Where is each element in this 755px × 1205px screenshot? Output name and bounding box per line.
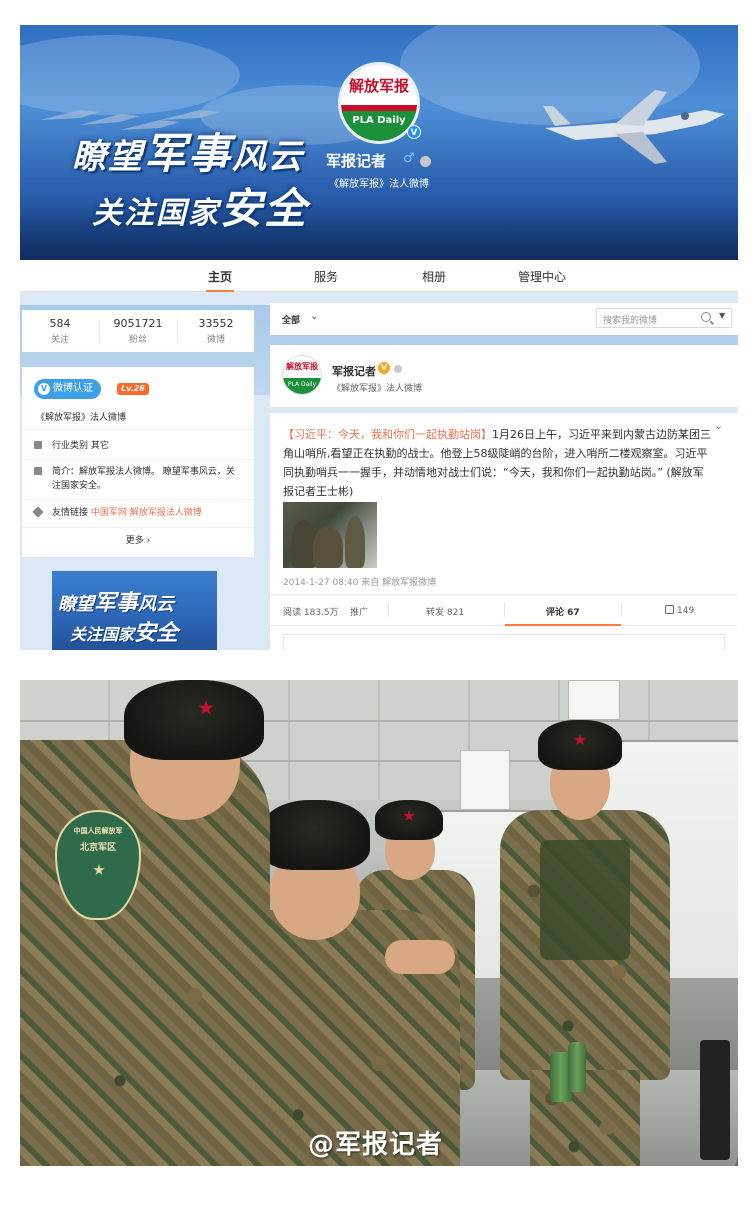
soldier-standing-right bbox=[480, 720, 680, 1166]
industry-value: 其它 bbox=[90, 441, 109, 451]
link-pla-daily-weibo[interactable]: 解放军报法人微博 bbox=[130, 508, 202, 518]
post-meta: 2014-1-27 08:40 来自 解放军报微博 bbox=[283, 575, 436, 588]
search-placeholder: 搜索我的微博 bbox=[603, 316, 658, 326]
stats-card: 584 关注 9051721 粉丝 33552 微博 bbox=[22, 310, 254, 352]
verified-label: 微博认证 bbox=[53, 383, 93, 394]
verify-description: 《解放军报》法人微博 bbox=[36, 413, 127, 423]
cover-slogan-line1: 瞭望军事风云 bbox=[72, 129, 305, 178]
action-divider bbox=[621, 603, 622, 617]
links-label: 友情链接 bbox=[52, 508, 89, 518]
promote-button[interactable]: 推广 bbox=[350, 605, 368, 618]
feed-filter-bar: 全部 ⌄ 搜索我的微博 ▼ bbox=[270, 303, 738, 335]
dropdown-arrow-icon[interactable]: ▼ bbox=[719, 311, 725, 320]
post-topic[interactable]: 【习近平：今天，我和你们一起执勤站岗】 bbox=[283, 428, 492, 441]
tab-service[interactable]: 服务 bbox=[314, 268, 338, 285]
post-source-prefix: 来自 bbox=[361, 578, 380, 588]
stat-value: 9051721 bbox=[113, 317, 163, 330]
stat-following[interactable]: 584 关注 bbox=[22, 310, 98, 352]
active-tab-underline bbox=[505, 624, 621, 626]
cover-slogan-line2: 关注国家安全 bbox=[92, 184, 309, 233]
patch-text-line1: 中国人民解放军 bbox=[73, 827, 123, 835]
news-photo: 中国人民解放军 北京军区 @军报记者 bbox=[20, 680, 738, 1166]
divider bbox=[22, 527, 254, 528]
weibo-post: ⌄ 【习近平：今天，我和你们一起执勤站岗】1月26日上午，习近平来到内蒙古边防某… bbox=[270, 413, 738, 650]
divider bbox=[22, 459, 254, 460]
filter-all-dropdown[interactable]: 全部 bbox=[282, 313, 300, 326]
more-button[interactable]: 更多 › bbox=[22, 533, 254, 546]
post-action-bar: 阅读 183.5万 推广 转发 821 评论 67 149 bbox=[270, 594, 738, 626]
stat-label: 粉丝 bbox=[128, 335, 147, 345]
verified-badge-icon: V bbox=[407, 125, 421, 139]
promo-line2: 关注国家安全 bbox=[70, 621, 179, 646]
post-author-avatar[interactable]: 解放军报 PLA Daily bbox=[282, 355, 322, 395]
stat-label: 微博 bbox=[206, 335, 225, 345]
post-source[interactable]: 解放军报微博 bbox=[382, 578, 436, 588]
thumbs-up-icon bbox=[665, 605, 674, 614]
post-menu-chevron-icon[interactable]: ⌄ bbox=[714, 419, 723, 432]
profile-tab-bar: 主页 服务 相册 管理中心 bbox=[20, 260, 738, 292]
stat-followers[interactable]: 9051721 粉丝 bbox=[100, 310, 176, 352]
post-author-name[interactable]: 军报记者 bbox=[332, 363, 376, 379]
search-input[interactable]: 搜索我的微博 ▼ bbox=[596, 308, 732, 328]
feed-profile-card: 解放军报 PLA Daily 军报记者 V 《解放军报》法人微博 bbox=[270, 345, 738, 407]
weibo-verified-tag[interactable]: V 微博认证 bbox=[34, 379, 101, 399]
intro-label: 简介： bbox=[52, 467, 80, 477]
watermark: @军报记者 bbox=[308, 1130, 444, 1160]
stat-posts[interactable]: 33552 微博 bbox=[178, 310, 254, 352]
stat-label: 关注 bbox=[50, 335, 69, 345]
search-icon[interactable] bbox=[701, 312, 711, 322]
action-divider bbox=[388, 603, 389, 617]
profile-info-card: V 微博认证 Lv.26 《解放军报》法人微博 行业类别 其它 简介：解放军报法人… bbox=[22, 367, 254, 557]
post-text: 【习近平：今天，我和你们一起执勤站岗】1月26日上午，习近平来到内蒙古边防某团三… bbox=[283, 425, 713, 501]
link-china-military[interactable]: 中国军网 bbox=[91, 508, 127, 518]
weibo-profile-page: 瞭望军事风云 关注国家安全 解放军报 PLA Daily V 军报记者 ♂ 《解… bbox=[20, 25, 738, 650]
fighter-jet-icon bbox=[543, 90, 725, 164]
chevron-down-icon[interactable]: ⌄ bbox=[310, 311, 318, 322]
account-name: 军报记者 bbox=[326, 152, 387, 170]
stat-value: 33552 bbox=[198, 317, 234, 330]
tab-management[interactable]: 管理中心 bbox=[518, 268, 566, 285]
soldier-foreground-left: 中国人民解放军 北京军区 bbox=[20, 680, 280, 1166]
verified-badge-icon: V bbox=[378, 362, 390, 374]
tag-icon bbox=[32, 506, 44, 518]
briefcase-icon bbox=[34, 441, 42, 449]
walkie-talkie bbox=[700, 1040, 730, 1160]
avatar-logo-english: PLA Daily bbox=[287, 381, 317, 388]
account-description: 《解放军报》法人微博 bbox=[329, 179, 429, 190]
like-count: 149 bbox=[677, 606, 695, 616]
promo-banner[interactable]: 瞭望军事风云 关注国家安全 bbox=[52, 571, 217, 650]
green-bottle bbox=[568, 1042, 586, 1092]
post-author-description: 《解放军报》法人微博 bbox=[332, 384, 423, 394]
industry-label: 行业类别 bbox=[52, 441, 89, 451]
level-badge[interactable]: Lv.26 bbox=[117, 383, 149, 395]
comment-input[interactable] bbox=[283, 634, 725, 650]
intro-text: 解放军报法人微博。 瞭望军事风云，关注国家安全。 bbox=[52, 467, 235, 491]
avatar-logo-english: PLA Daily bbox=[352, 115, 406, 126]
medal-icon[interactable] bbox=[420, 156, 431, 167]
divider bbox=[22, 429, 254, 430]
promo-line1: 瞭望军事风云 bbox=[58, 591, 175, 616]
comment-button[interactable]: 评论 67 bbox=[546, 605, 580, 618]
divider bbox=[22, 499, 254, 500]
avatar-logo-text: 解放军报 bbox=[348, 77, 409, 95]
repost-button[interactable]: 转发 821 bbox=[426, 605, 464, 618]
like-button[interactable]: 149 bbox=[665, 605, 694, 616]
cover-banner: 瞭望军事风云 关注国家安全 解放军报 PLA Daily V 军报记者 ♂ 《解… bbox=[20, 25, 738, 260]
read-count: 阅读 183.5万 bbox=[283, 608, 339, 618]
gender-male-icon: ♂ bbox=[403, 151, 415, 166]
tab-home[interactable]: 主页 bbox=[205, 268, 235, 292]
verified-v-icon: V bbox=[38, 383, 50, 395]
post-time[interactable]: 2014-1-27 08:40 bbox=[283, 578, 358, 588]
avatar-logo-text: 解放军报 bbox=[286, 362, 318, 371]
medal-icon[interactable] bbox=[394, 365, 402, 373]
post-image-thumbnail[interactable] bbox=[283, 502, 377, 568]
wall-notice bbox=[568, 680, 620, 720]
action-divider bbox=[504, 603, 505, 617]
edit-icon bbox=[34, 467, 42, 475]
tab-album[interactable]: 相册 bbox=[422, 268, 446, 285]
patch-text-line2: 北京军区 bbox=[79, 843, 116, 853]
stat-value: 584 bbox=[49, 317, 71, 330]
